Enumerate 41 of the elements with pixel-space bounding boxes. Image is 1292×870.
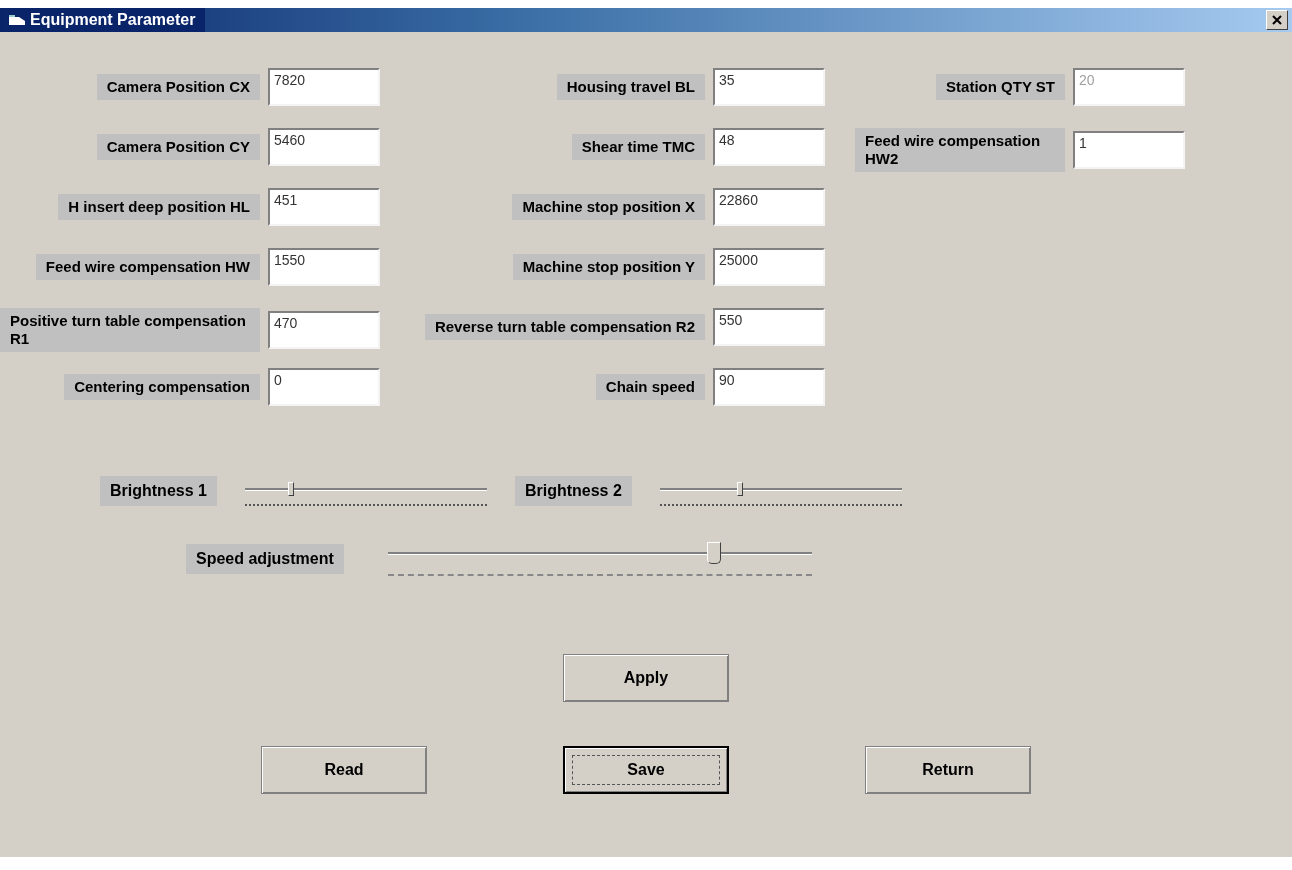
input-field[interactable]: 451: [268, 188, 380, 226]
field-label: Station QTY ST: [936, 74, 1065, 100]
field-label: Positive turn table compensation R1: [0, 308, 260, 352]
input-field[interactable]: 22860: [713, 188, 825, 226]
input-field[interactable]: 90: [713, 368, 825, 406]
slider-label: Speed adjustment: [186, 544, 344, 574]
action-button[interactable]: Apply: [563, 654, 729, 702]
field-label: Reverse turn table compensation R2: [424, 314, 705, 340]
window-icon: [8, 14, 26, 26]
input-field[interactable]: 550: [713, 308, 825, 346]
slider-label: Brightness 2: [514, 476, 632, 506]
slider-label: Brightness 1: [100, 476, 217, 506]
input-field[interactable]: 48: [713, 128, 825, 166]
field-label: Chain speed: [595, 374, 705, 400]
slider-thumb[interactable]: [736, 482, 743, 496]
input-field[interactable]: 7820: [268, 68, 380, 106]
input-field[interactable]: 25000: [713, 248, 825, 286]
field-label: Machine stop position X: [512, 194, 705, 220]
action-button[interactable]: Save: [563, 746, 729, 794]
action-button[interactable]: Read: [261, 746, 427, 794]
input-field[interactable]: 1550: [268, 248, 380, 286]
action-button[interactable]: Return: [865, 746, 1031, 794]
input-field[interactable]: 1: [1073, 131, 1185, 169]
input-field[interactable]: 35: [713, 68, 825, 106]
input-field[interactable]: 0: [268, 368, 380, 406]
input-field[interactable]: 5460: [268, 128, 380, 166]
field-label: Centering compensation: [64, 374, 260, 400]
field-label: Shear time TMC: [571, 134, 705, 160]
close-button[interactable]: [1266, 10, 1288, 30]
field-label: Machine stop position Y: [512, 254, 705, 280]
field-label: Camera Position CY: [96, 134, 260, 160]
field-label: Feed wire compensation HW: [35, 254, 260, 280]
input-field[interactable]: 470: [268, 311, 380, 349]
field-label: Housing travel BL: [556, 74, 705, 100]
slider-thumb[interactable]: [287, 482, 294, 496]
field-label: H insert deep position HL: [58, 194, 260, 220]
close-icon: [1272, 15, 1282, 25]
field-label: Feed wire compensation HW2: [855, 128, 1065, 172]
window-title: Equipment Parameter: [30, 11, 196, 29]
slider-thumb[interactable]: [707, 542, 722, 564]
field-label: Camera Position CX: [96, 74, 260, 100]
